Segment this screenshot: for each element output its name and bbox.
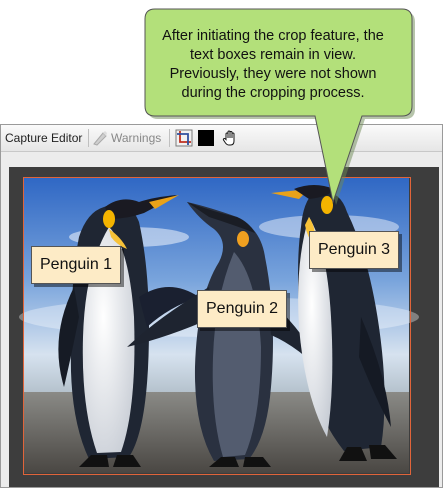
annotation-line: text boxes remain in view. (189, 47, 357, 63)
annotation-text: After initiating the crop feature, the t… (146, 27, 400, 103)
annotation-line: After initiating the crop feature, the (162, 28, 384, 44)
annotation-line: during the cropping process. (181, 85, 365, 101)
annotation-line: Previously, they were not shown (169, 66, 377, 82)
